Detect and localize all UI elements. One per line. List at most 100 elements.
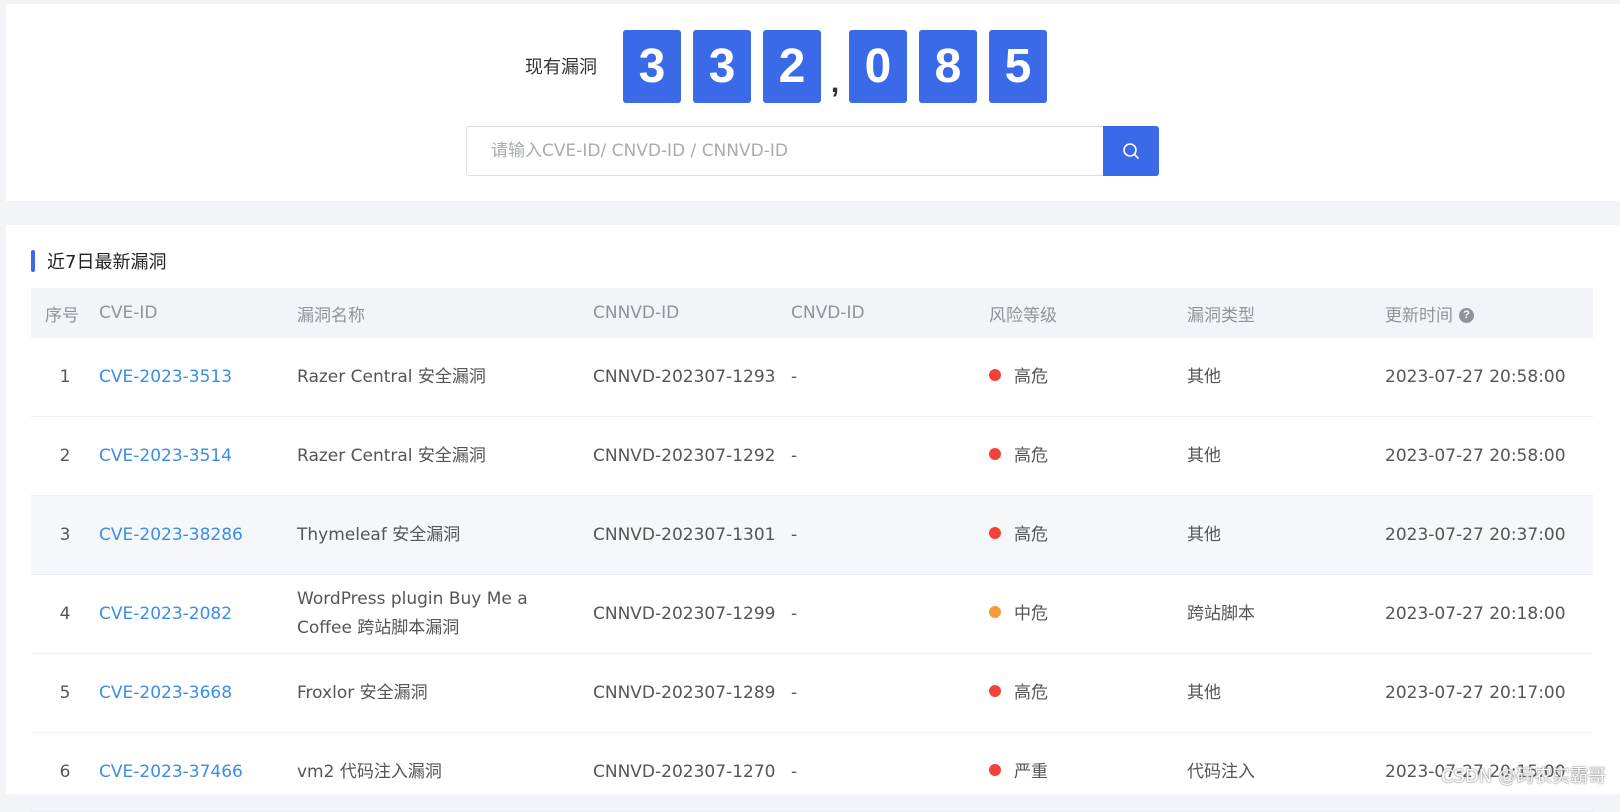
cve-link[interactable]: CVE-2023-2082 [99, 604, 232, 624]
cell-cnnvd-id: CNNVD-202307-1299 [593, 574, 791, 654]
cell-cnvd-id: - [791, 732, 989, 812]
severity-label: 中危 [1014, 603, 1048, 624]
section-title-text: 近7日最新漏洞 [47, 252, 167, 273]
severity-dot [989, 605, 1001, 618]
severity-label: 高危 [1014, 682, 1048, 703]
cell-severity: 高危 [989, 338, 1187, 417]
cell-index: 3 [31, 495, 99, 575]
counter-digit: 2 [763, 29, 821, 103]
severity-dot [989, 447, 1001, 460]
vuln-counter: 现有漏洞 3 3 2 , 0 8 5 [6, 28, 1620, 104]
cell-name: Razer Central 安全漏洞 [297, 416, 593, 496]
cell-type: 代码注入 [1187, 732, 1385, 812]
cell-severity: 高危 [989, 416, 1187, 496]
cell-cnvd-id: - [791, 495, 989, 575]
cve-link[interactable]: CVE-2023-3668 [99, 683, 232, 703]
cell-name: Froxlor 安全漏洞 [297, 653, 593, 733]
cell-cnvd-id: - [791, 574, 989, 654]
counter-separator: , [830, 66, 840, 99]
severity-dot [989, 684, 1001, 697]
cell-index: 1 [31, 338, 99, 417]
col-header-update-time: 更新时间? [1385, 288, 1593, 338]
cell-cnvd-id: - [791, 416, 989, 496]
counter-digit: 3 [623, 29, 681, 103]
cell-cnnvd-id: CNNVD-202307-1270 [593, 732, 791, 812]
cell-update-time: 2023-07-27 20:37:00 [1385, 495, 1593, 575]
cell-cve-id: CVE-2023-37466 [99, 732, 297, 812]
cell-name: Thymeleaf 安全漏洞 [297, 495, 593, 575]
table-row[interactable]: 2 CVE-2023-3514 Razer Central 安全漏洞 CNNVD-20… [31, 416, 1593, 496]
cell-cnnvd-id: CNNVD-202307-1301 [593, 495, 791, 575]
cell-severity: 高危 [989, 495, 1187, 575]
cell-update-time: 2023-07-27 20:18:00 [1385, 574, 1593, 654]
severity-label: 高危 [1014, 524, 1048, 545]
cell-severity: 高危 [989, 653, 1187, 733]
cell-cve-id: CVE-2023-3513 [99, 338, 297, 417]
table-row[interactable]: 1 CVE-2023-3513 Razer Central 安全漏洞 CNNVD-20… [31, 338, 1593, 417]
col-header-cnvd-id: CNVD-ID [791, 288, 989, 338]
cell-cnnvd-id: CNNVD-202307-1293 [593, 338, 791, 417]
severity-label: 高危 [1014, 366, 1048, 387]
cell-update-time: 2023-07-27 20:17:00 [1385, 653, 1593, 733]
severity-dot [989, 368, 1001, 381]
cell-update-time: 2023-07-27 20:58:00 [1385, 416, 1593, 496]
col-header-cnnvd-id: CNNVD-ID [593, 288, 791, 338]
cell-index: 6 [31, 732, 99, 812]
counter-digit: 0 [849, 29, 907, 103]
cell-cve-id: CVE-2023-3668 [99, 653, 297, 733]
vuln-table: 序号 CVE-ID 漏洞名称 CNNVD-ID CNVD-ID 风险等级 漏洞类… [31, 288, 1593, 812]
cell-update-time: 2023-07-27 20:58:00 [1385, 338, 1593, 417]
cve-link[interactable]: CVE-2023-37466 [99, 762, 243, 782]
table-row[interactable]: 6 CVE-2023-37466 vm2 代码注入漏洞 CNNVD-202307-12… [31, 732, 1593, 812]
section-title: 近7日最新漏洞 [31, 249, 166, 273]
cell-type: 其他 [1187, 495, 1385, 575]
severity-dot [989, 763, 1001, 776]
cve-link[interactable]: CVE-2023-3513 [99, 367, 232, 387]
table-row[interactable]: 3 CVE-2023-38286 Thymeleaf 安全漏洞 CNNVD-20230… [31, 495, 1593, 575]
col-header-severity: 风险等级 [989, 288, 1187, 338]
severity-label: 严重 [1014, 761, 1048, 782]
counter-digit: 3 [693, 29, 751, 103]
col-header-update-time-label: 更新时间 [1385, 305, 1453, 326]
cell-cnvd-id: - [791, 338, 989, 417]
severity-dot [989, 526, 1001, 539]
cell-index: 2 [31, 416, 99, 496]
col-header-name: 漏洞名称 [297, 288, 593, 338]
cell-type: 其他 [1187, 653, 1385, 733]
cell-index: 5 [31, 653, 99, 733]
cell-severity: 中危 [989, 574, 1187, 654]
cell-cve-id: CVE-2023-38286 [99, 495, 297, 575]
watermark: CSDN @码农实霸哥 [1440, 766, 1606, 787]
cell-cve-id: CVE-2023-3514 [99, 416, 297, 496]
table-row[interactable]: 5 CVE-2023-3668 Froxlor 安全漏洞 CNNVD-202307-1… [31, 653, 1593, 733]
cell-type: 其他 [1187, 338, 1385, 417]
cell-type: 跨站脚本 [1187, 574, 1385, 654]
latest-vulns-panel: 近7日最新漏洞 序号 CVE-ID 漏洞名称 CNNVD-ID CNVD-ID … [6, 225, 1620, 812]
counter-digit: 8 [919, 29, 977, 103]
counter-digit: 5 [989, 29, 1047, 103]
cell-cnnvd-id: CNNVD-202307-1292 [593, 416, 791, 496]
col-header-cve-id: CVE-ID [99, 288, 297, 338]
cve-link[interactable]: CVE-2023-3514 [99, 446, 232, 466]
cell-name: Razer Central 安全漏洞 [297, 338, 593, 417]
help-icon[interactable]: ? [1459, 308, 1474, 323]
search-button[interactable] [1103, 126, 1159, 176]
cell-cnvd-id: - [791, 653, 989, 733]
cell-type: 其他 [1187, 416, 1385, 496]
col-header-type: 漏洞类型 [1187, 288, 1385, 338]
cell-index: 4 [31, 574, 99, 654]
counter-label: 现有漏洞 [525, 57, 597, 78]
cell-name: WordPress plugin Buy Me a Coffee 跨站脚本漏洞 [297, 574, 593, 654]
col-header-index: 序号 [31, 288, 99, 338]
title-accent-bar [31, 250, 35, 272]
cell-cve-id: CVE-2023-2082 [99, 574, 297, 654]
cell-severity: 严重 [989, 732, 1187, 812]
cve-link[interactable]: CVE-2023-38286 [99, 525, 243, 545]
cell-name: vm2 代码注入漏洞 [297, 732, 593, 812]
search-bar [466, 126, 1159, 176]
table-row[interactable]: 4 CVE-2023-2082 WordPress plugin Buy Me a … [31, 574, 1593, 654]
table-header-row: 序号 CVE-ID 漏洞名称 CNNVD-ID CNVD-ID 风险等级 漏洞类… [31, 288, 1593, 338]
severity-label: 高危 [1014, 445, 1048, 466]
search-icon [1123, 143, 1139, 159]
search-input[interactable] [466, 126, 1103, 176]
